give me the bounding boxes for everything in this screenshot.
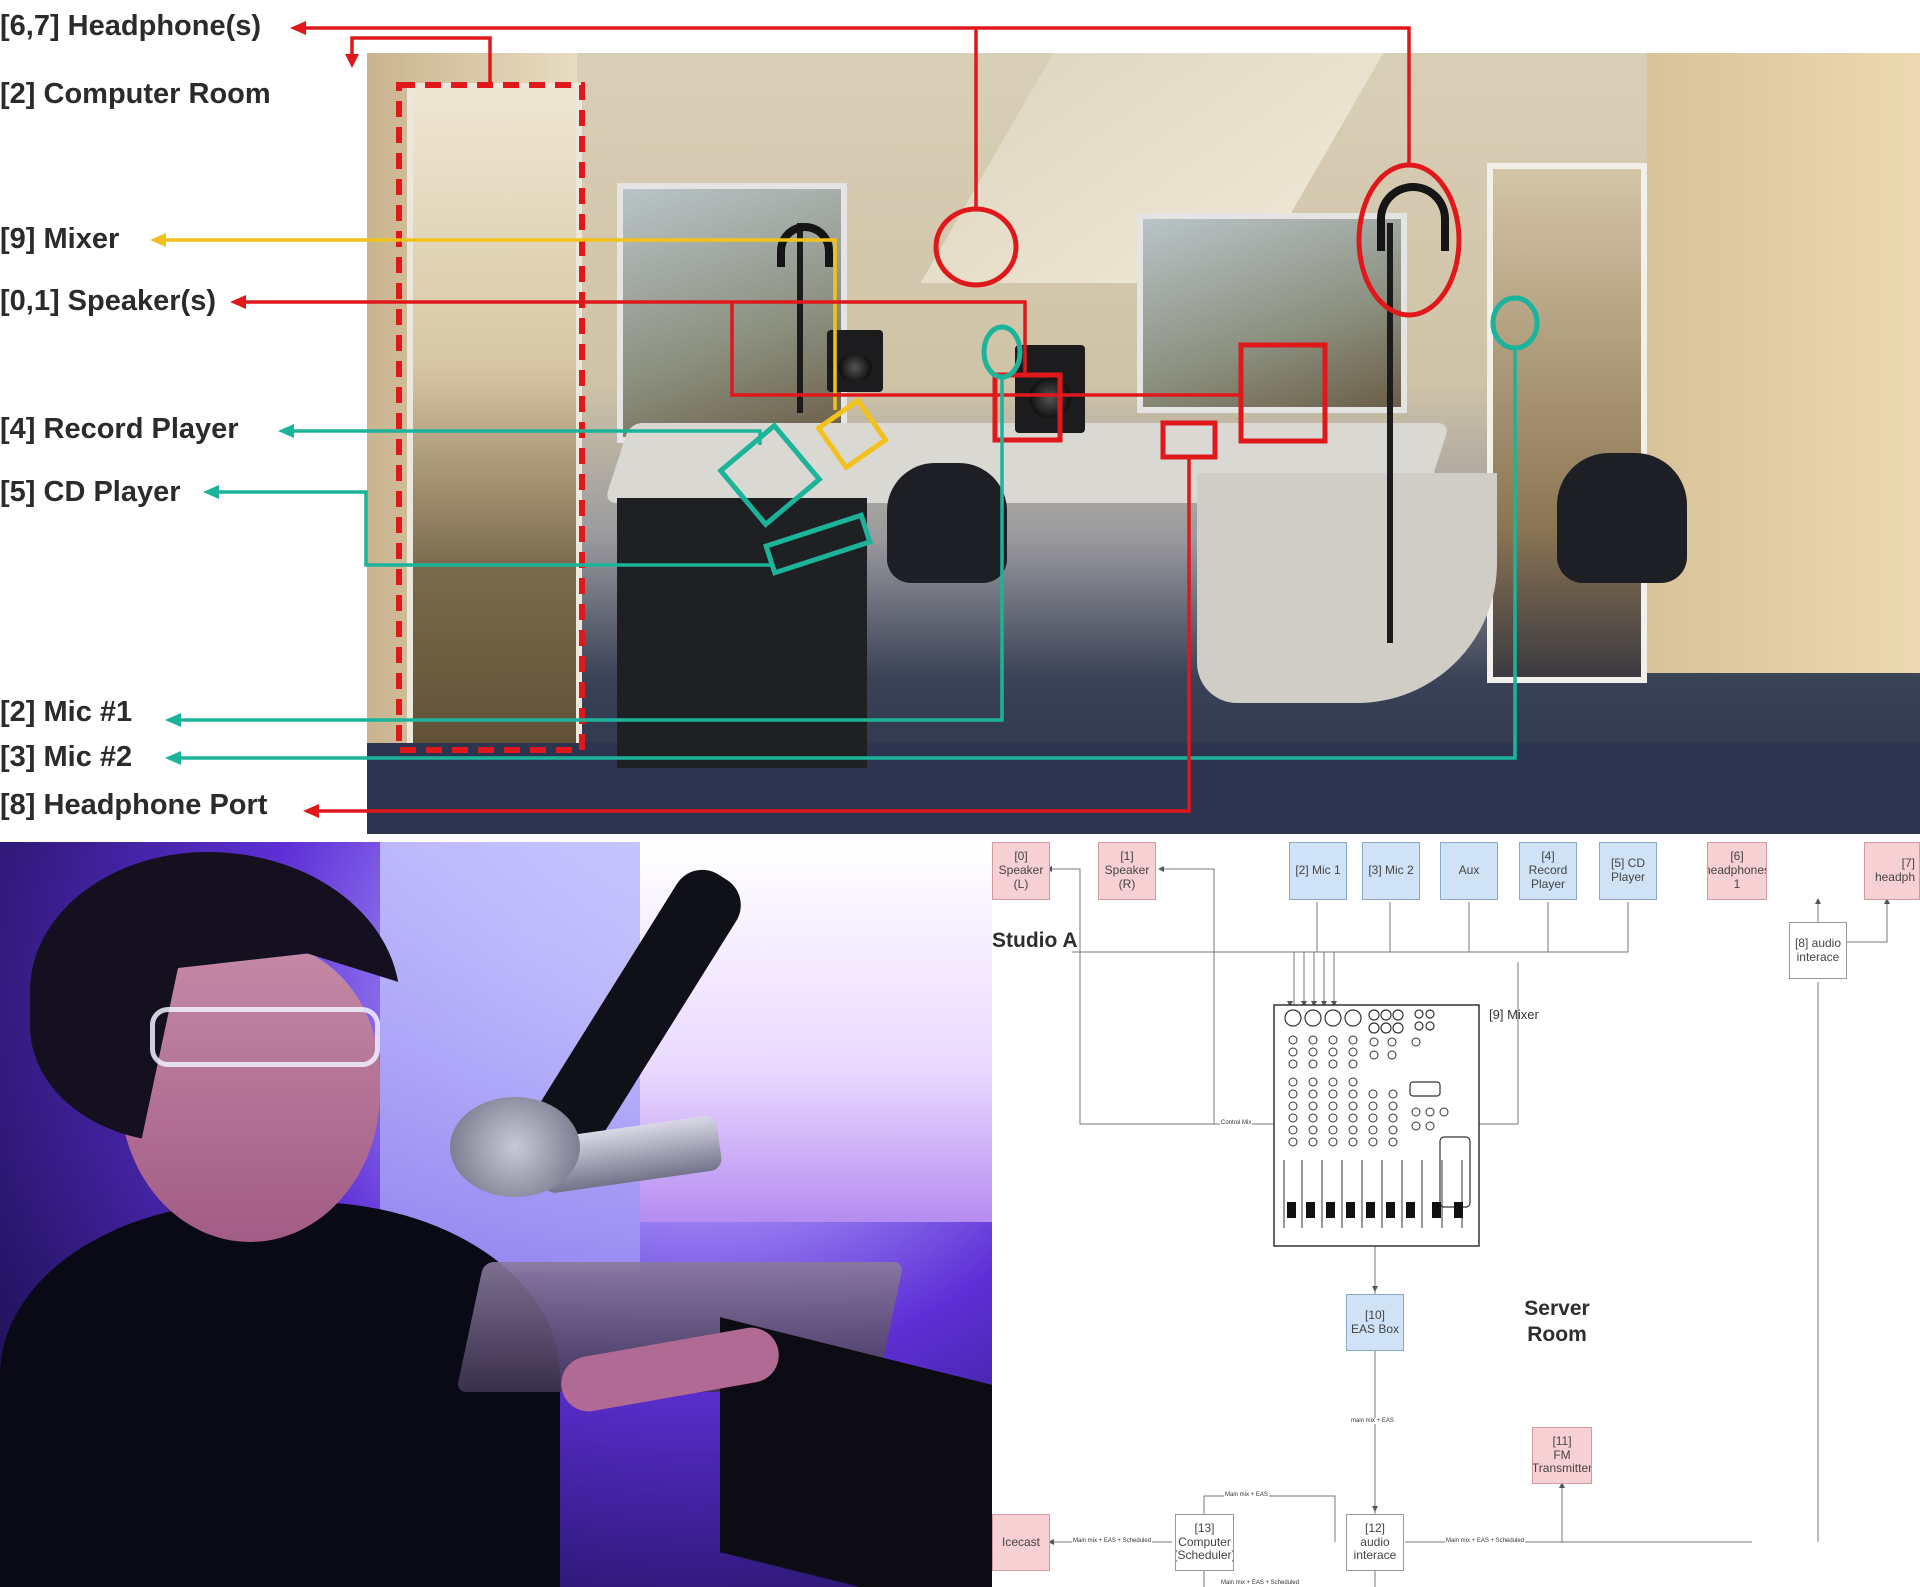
node-computer-scheduler[interactable]: [13] Computer (Scheduler) [1175, 1514, 1234, 1571]
computer-room-doorway [407, 83, 582, 783]
label-cd-player: [5] CD Player [0, 476, 181, 508]
headphone-port-arrowhead [303, 804, 319, 818]
edge-label-control-mix: Control Mix [1220, 1120, 1253, 1126]
chair-2 [1557, 453, 1687, 583]
label-mixer: [9] Mixer [0, 223, 120, 255]
edge-control-mix-right [1162, 868, 1215, 1124]
edge-mixer-right [1479, 962, 1519, 1125]
desk-cabinet [617, 498, 867, 768]
desk-wing [1197, 473, 1497, 703]
edge-label-main-mix-eas-sched-bottom: Main mix + EAS + Scheduled [1220, 1580, 1301, 1586]
chair-1 [887, 463, 1007, 583]
edge-label-main-mix-eas-sched-left: Main mix + EAS + Scheduled [1072, 1538, 1153, 1544]
right-wall [1647, 53, 1920, 673]
signal-flow-diagram: [0] Speaker (L) [1] Speaker (R) [2] Mic … [992, 842, 1920, 1587]
node-aux[interactable]: Aux [1440, 842, 1498, 900]
node-fm-transmitter[interactable]: [11] FM Transmitter [1532, 1427, 1592, 1484]
record-player-arrowhead [278, 424, 294, 438]
headphones-arrowhead [290, 21, 306, 35]
microphone-head [450, 1097, 580, 1197]
label-speakers: [0,1] Speaker(s) [0, 285, 216, 317]
studio-window-left [617, 183, 847, 443]
floor [367, 743, 1920, 834]
headphones-2-shape [1377, 183, 1449, 251]
node-speaker-right[interactable]: [1] Speaker (R) [1098, 842, 1156, 900]
edge-label-main-mix-eas: main mix + EAS [1350, 1418, 1395, 1424]
node-record-player[interactable]: [4] Record Player [1519, 842, 1577, 900]
mic2-arrowhead [165, 751, 181, 765]
diagram-connectors [1046, 866, 1890, 1587]
node-headphones2[interactable]: [7] headph [1864, 842, 1920, 900]
edge-label-main-mix-eas-sched-right: Main mix + EAS + Scheduled [1445, 1538, 1526, 1544]
edge-control-mix-left [1050, 868, 1274, 1125]
room-label-studio: Studio A [992, 929, 1078, 952]
host-video-still [0, 842, 992, 1587]
room-label-server: Server Room [1524, 1297, 1590, 1347]
label-headphones: [6,7] Headphone(s) [0, 10, 262, 42]
node-audio-interface-8[interactable]: [8] audio interace [1789, 922, 1847, 979]
node-icecast[interactable]: Icecast [992, 1514, 1050, 1571]
speakers-arrowhead [230, 295, 246, 309]
node-speaker-left[interactable]: [0] Speaker (L) [992, 842, 1050, 900]
right-doorway [1487, 163, 1647, 683]
node-mic1[interactable]: [2] Mic 1 [1289, 842, 1347, 900]
person-shirt [0, 1202, 560, 1587]
speaker-left [827, 330, 883, 392]
mic1-arrowhead [165, 713, 181, 727]
label-mic2: [3] Mic #2 [0, 741, 133, 773]
node-eas-box[interactable]: [10] EAS Box [1346, 1294, 1404, 1351]
studio-window-center [1137, 213, 1407, 413]
label-record-player: [4] Record Player [0, 413, 239, 445]
node-audio-interface-12[interactable]: [12] audio interace [1346, 1514, 1404, 1571]
node-headphones1[interactable]: [6] headphones 1 [1707, 842, 1767, 900]
mixer-arrowhead [150, 233, 166, 247]
cd-player-arrowhead [203, 485, 219, 499]
mic-stand-2 [1387, 223, 1393, 643]
node-mic2[interactable]: [3] Mic 2 [1362, 842, 1420, 900]
studio-photo [367, 53, 1920, 834]
person-glasses [150, 1007, 380, 1067]
computer-room-arrowhead [345, 54, 359, 68]
node-cd-player[interactable]: [5] CD Player [1599, 842, 1657, 900]
edge-label-main-mix-eas-upper: Main mix + EAS [1224, 1492, 1269, 1498]
label-mic1: [2] Mic #1 [0, 696, 133, 728]
label-headphone-port: [8] Headphone Port [0, 789, 268, 821]
edge-cd-player [1072, 902, 1629, 953]
speaker-right [1015, 345, 1085, 433]
label-computer-room: [2] Computer Room [0, 78, 271, 110]
mixer-node-label: [9] Mixer [1489, 1007, 1539, 1022]
mixer-illustration [1273, 1004, 1480, 1247]
